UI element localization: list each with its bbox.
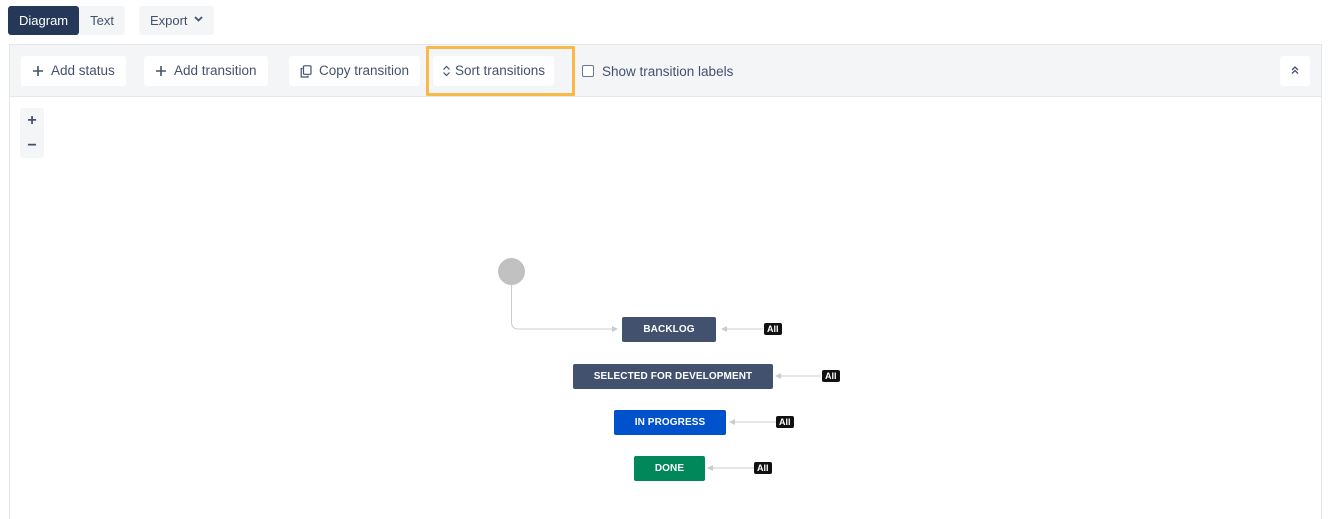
add-status-button[interactable]: Add status: [21, 56, 126, 86]
all-transition-tag-in-progress[interactable]: All: [776, 416, 794, 428]
copy-transition-label: Copy transition: [319, 63, 410, 78]
all-transition-tag-done[interactable]: All: [754, 462, 772, 474]
all-transition-tag-backlog[interactable]: All: [764, 323, 782, 335]
zoom-out-button[interactable]: −: [20, 133, 44, 158]
text-tab[interactable]: Text: [79, 5, 125, 35]
all-transition-tag-selected[interactable]: All: [822, 370, 840, 382]
zoom-in-button[interactable]: +: [20, 108, 44, 133]
copy-icon: [300, 64, 312, 78]
copy-transition-button[interactable]: Copy transition: [289, 56, 421, 86]
diagram-panel: Add status Add transition Copy transitio…: [9, 44, 1322, 519]
collapse-button[interactable]: [1280, 56, 1310, 86]
show-labels-checkbox[interactable]: [582, 65, 594, 77]
diagram-tab[interactable]: Diagram: [8, 5, 80, 35]
sort-icon: [442, 65, 451, 77]
status-in-progress[interactable]: IN PROGRESS: [614, 410, 726, 435]
export-label: Export: [149, 12, 188, 28]
diagram-toolbar: Add status Add transition Copy transitio…: [10, 45, 1321, 97]
status-backlog[interactable]: BACKLOG: [622, 317, 716, 342]
chevron-double-up-icon: [1290, 62, 1300, 80]
plus-icon: [32, 65, 44, 77]
add-transition-label: Add transition: [174, 63, 257, 78]
view-toggle-row: Diagram Text Export: [8, 5, 214, 35]
start-node[interactable]: [498, 258, 525, 285]
add-status-label: Add status: [51, 63, 115, 78]
sort-transitions-label: Sort transitions: [455, 63, 546, 78]
zoom-controls: + −: [20, 108, 44, 158]
status-done[interactable]: DONE: [634, 456, 705, 481]
export-button[interactable]: Export: [138, 5, 214, 35]
sort-transitions-button[interactable]: Sort transitions: [433, 56, 555, 86]
workflow-editor: Diagram Text Export Add status Add trans…: [0, 0, 1331, 519]
view-toggle: Diagram Text: [8, 5, 125, 35]
chevron-down-icon: [193, 5, 203, 34]
plus-icon: [155, 65, 167, 77]
show-transition-labels-toggle[interactable]: Show transition labels: [582, 56, 733, 86]
add-transition-button[interactable]: Add transition: [144, 56, 268, 86]
status-selected-for-development[interactable]: SELECTED FOR DEVELOPMENT: [573, 364, 773, 389]
show-labels-label: Show transition labels: [602, 63, 734, 79]
